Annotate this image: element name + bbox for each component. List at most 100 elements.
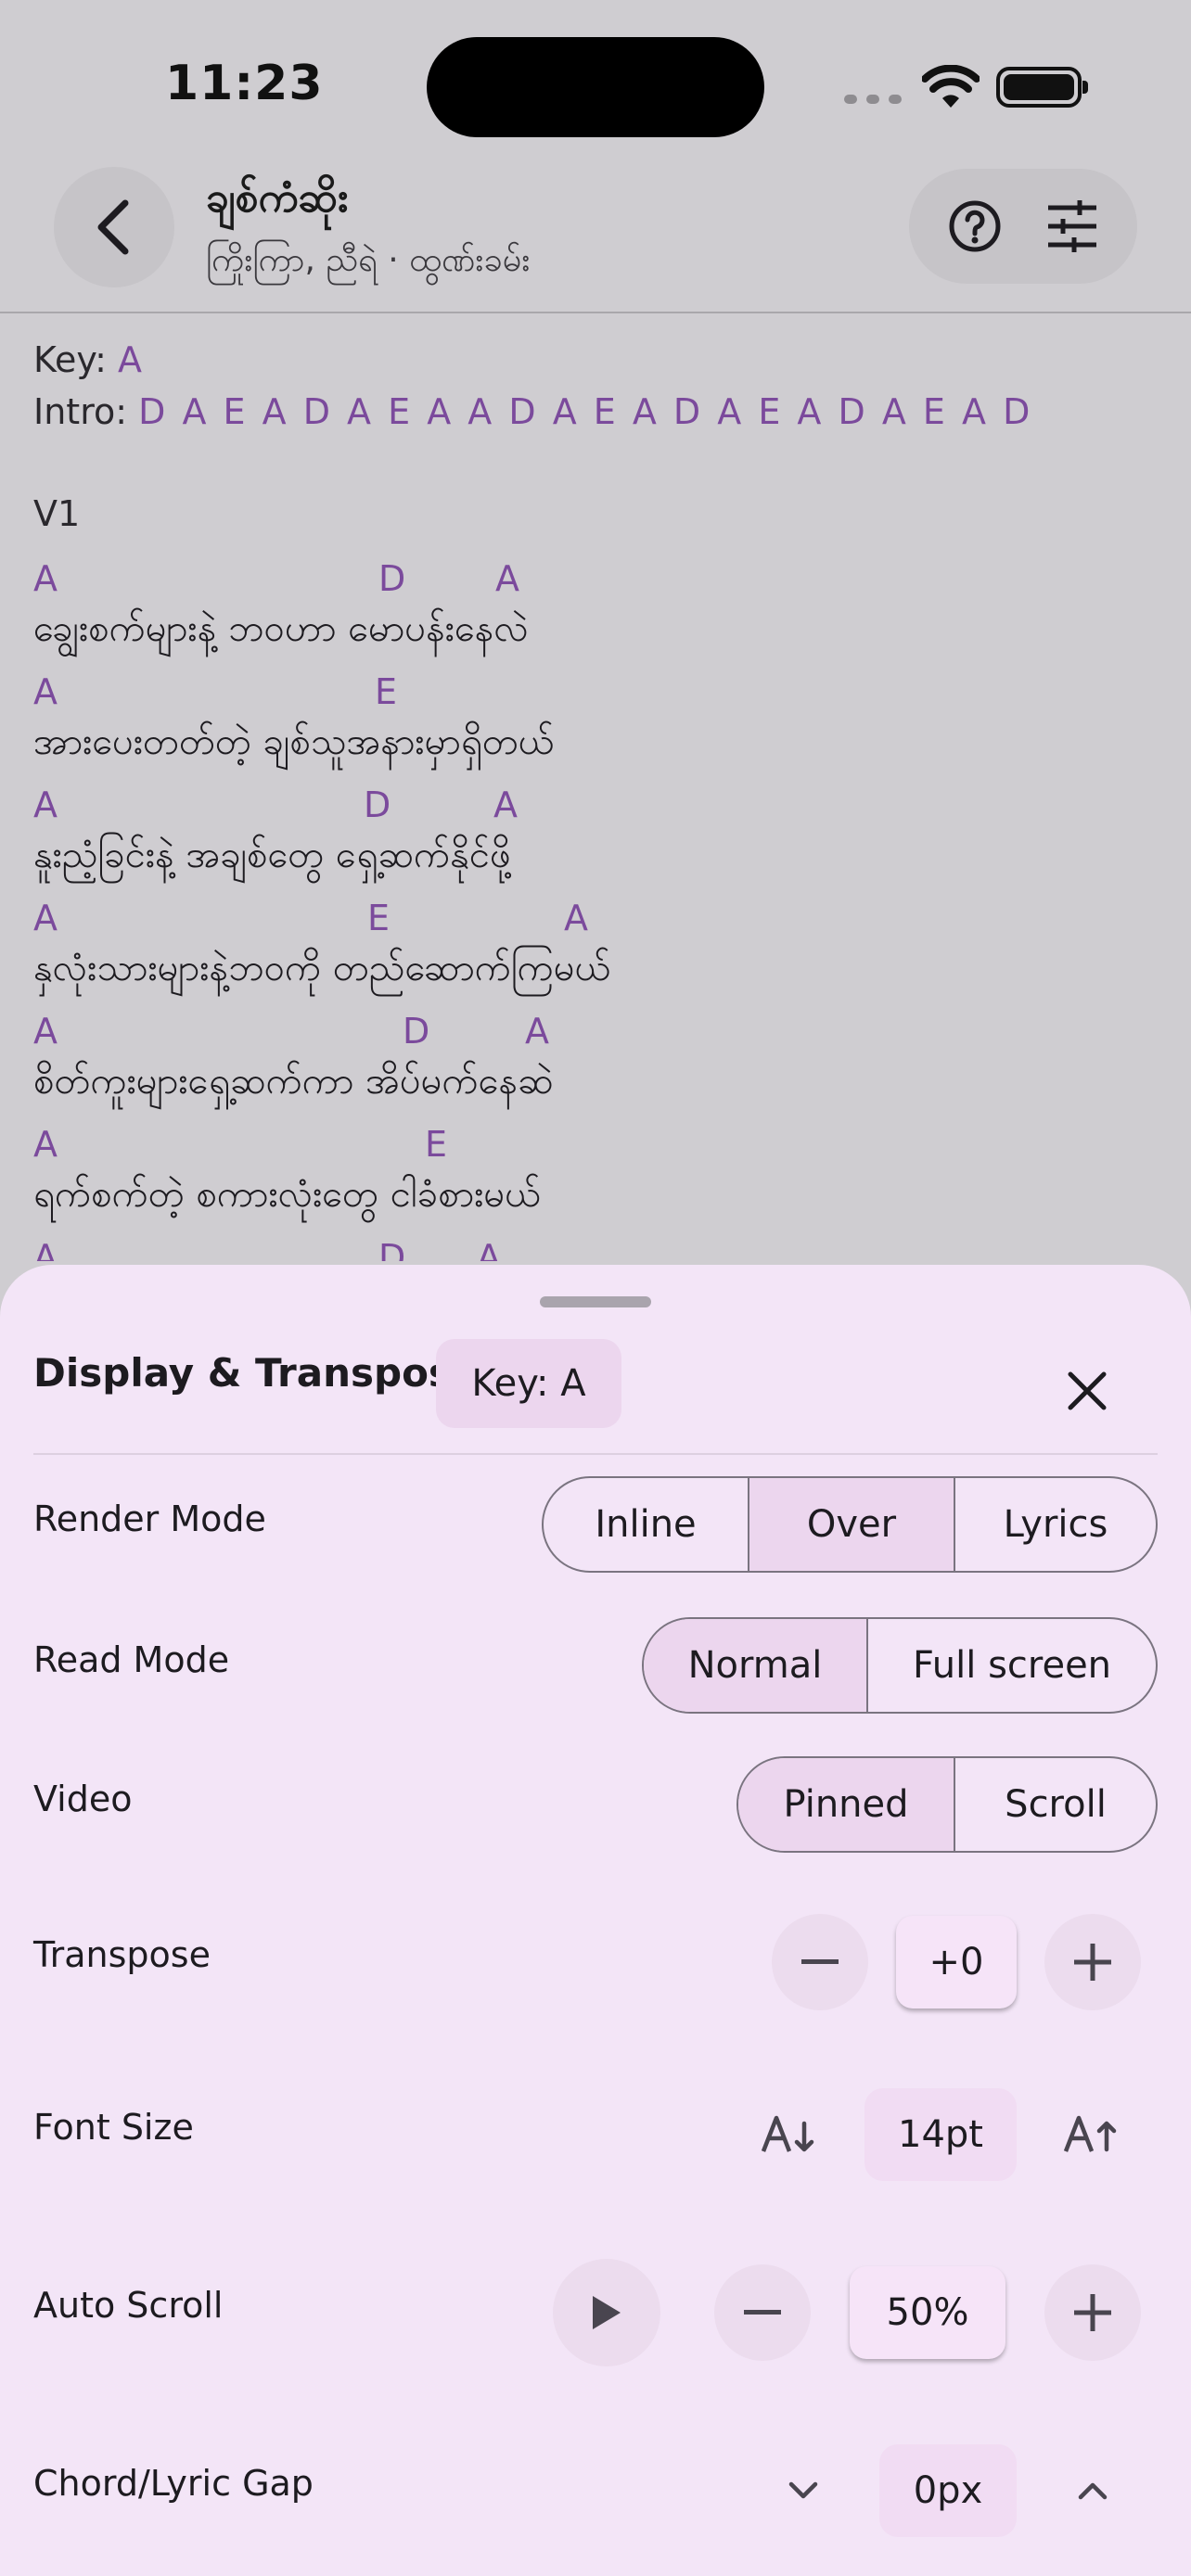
transpose-down-button[interactable] xyxy=(772,1914,868,2010)
minus-icon xyxy=(801,1959,839,1964)
key-label: Key: xyxy=(33,339,107,380)
chord: D xyxy=(378,558,406,599)
read-mode-full-screen[interactable]: Full screen xyxy=(866,1619,1156,1712)
transpose-label: Transpose xyxy=(33,1934,211,1975)
font-decrease-icon xyxy=(762,2115,814,2152)
chord-sheet[interactable]: Key: A Intro: D A E A D A E A A D A E A … xyxy=(0,315,1191,1261)
lyric-row: စိတ်ကူးများရှေ့ဆက်ကာ အိပ်မက်နေဆဲ xyxy=(33,1060,554,1103)
intro-chords: D A E A D A E A A D A E A D A E A D A E … xyxy=(138,391,1033,432)
chord-row: A D A xyxy=(33,784,1146,825)
back-arrow-icon xyxy=(97,199,129,255)
chord: A xyxy=(33,1011,58,1052)
chord-row: A E A xyxy=(33,898,1146,938)
chord: E xyxy=(375,671,398,712)
gap-label: Chord/Lyric Gap xyxy=(33,2463,314,2504)
minus-icon xyxy=(744,2310,781,2315)
plus-icon xyxy=(1074,2294,1111,2331)
app-header: ချစ်ကံဆိုး ကြိုးကြာ, ညီရဲ · ထွဏ်းခမ်း xyxy=(0,158,1191,313)
key-line: Key: A xyxy=(33,339,142,380)
chord: E xyxy=(425,1124,448,1165)
chord: D xyxy=(403,1011,430,1052)
battery-icon xyxy=(996,67,1088,108)
lyric-row: ချွေးစက်များနဲ့ ဘဝဟာ မောပန်းနေလဲ xyxy=(33,607,529,650)
chord-row: A D A xyxy=(33,1011,1146,1052)
status-bar: 11:23 xyxy=(0,0,1191,158)
tune-icon[interactable] xyxy=(1044,200,1100,252)
render-mode-inline[interactable]: Inline xyxy=(544,1478,748,1571)
back-button[interactable] xyxy=(54,167,174,287)
play-icon xyxy=(593,2296,621,2329)
video-label: Video xyxy=(33,1779,133,1819)
chord-row: A D A xyxy=(33,558,1146,599)
chevron-up-icon xyxy=(1078,2482,1108,2500)
auto-scroll-value: 50% xyxy=(850,2266,1005,2359)
read-mode-selector: Normal Full screen xyxy=(642,1617,1158,1714)
render-mode-label: Render Mode xyxy=(33,1498,266,1539)
lyric-row: အားပေးတတ်တဲ့ ချစ်သူအနားမှာရှိတယ် xyxy=(33,721,555,763)
chord: A xyxy=(33,1124,58,1165)
song-title: ချစ်ကံဆိုး xyxy=(206,174,349,222)
chord: A xyxy=(525,1011,549,1052)
read-mode-normal[interactable]: Normal xyxy=(644,1619,866,1712)
video-scroll[interactable]: Scroll xyxy=(954,1758,1156,1851)
video-pinned[interactable]: Pinned xyxy=(738,1758,954,1851)
font-increase-icon xyxy=(1064,2115,1117,2152)
intro-line: Intro: D A E A D A E A A D A E A D A E A… xyxy=(33,391,1032,432)
auto-scroll-slower-button[interactable] xyxy=(714,2264,811,2361)
chord: A xyxy=(33,1237,58,1261)
chord: A xyxy=(33,784,58,825)
key-value: A xyxy=(118,339,143,380)
video-selector: Pinned Scroll xyxy=(736,1756,1158,1853)
chord: A xyxy=(33,898,58,938)
wifi-icon xyxy=(922,65,980,108)
gap-increase-button[interactable] xyxy=(1044,2442,1141,2539)
chord-row: A E xyxy=(33,671,1146,712)
gap-value: 0px xyxy=(879,2444,1017,2537)
sheet-title: Display & Transpose xyxy=(33,1350,479,1396)
chord: A xyxy=(493,784,518,825)
font-size-value: 14pt xyxy=(864,2088,1017,2181)
font-size-label: Font Size xyxy=(33,2107,194,2148)
dynamic-island xyxy=(427,37,764,137)
close-icon xyxy=(1068,1371,1107,1410)
render-mode-over[interactable]: Over xyxy=(748,1478,954,1571)
chevron-down-icon xyxy=(788,2481,818,2499)
chord-row: A D A xyxy=(33,1237,1146,1261)
header-actions xyxy=(909,169,1137,284)
transpose-up-button[interactable] xyxy=(1044,1914,1141,2010)
auto-scroll-play-button[interactable] xyxy=(553,2259,660,2366)
chord-row: A E xyxy=(33,1124,1146,1165)
lyric-row: နူးညံ့ခြင်းနဲ့ အချစ်တွေ ရှေ့ဆက်နိုင်ဖို့ xyxy=(33,834,511,876)
chord: A xyxy=(564,898,588,938)
chord: A xyxy=(33,558,58,599)
chord: A xyxy=(477,1237,501,1261)
chord: A xyxy=(495,558,519,599)
close-button[interactable] xyxy=(1054,1358,1121,1424)
key-badge: Key: A xyxy=(436,1339,621,1428)
transpose-value: +0 xyxy=(896,1916,1017,2009)
auto-scroll-label: Auto Scroll xyxy=(33,2285,224,2326)
help-icon[interactable] xyxy=(947,198,1003,254)
chord: E xyxy=(367,898,391,938)
render-mode-selector: Inline Over Lyrics xyxy=(542,1476,1158,1573)
lyric-row: ရက်စက်တဲ့ စကားလုံးတွေ ငါခံစားမယ် xyxy=(33,1173,542,1216)
font-increase-button[interactable] xyxy=(1044,2086,1141,2183)
status-time: 11:23 xyxy=(165,56,324,111)
drag-handle[interactable] xyxy=(540,1296,651,1307)
divider xyxy=(33,1453,1158,1455)
font-decrease-button[interactable] xyxy=(742,2086,839,2183)
intro-label: Intro: xyxy=(33,391,128,432)
display-transpose-sheet: Display & Transpose Key: A Render Mode I… xyxy=(0,1265,1191,2576)
section-label: V1 xyxy=(33,493,81,534)
signal-icon xyxy=(844,95,902,104)
chord: D xyxy=(378,1237,406,1261)
read-mode-label: Read Mode xyxy=(33,1639,230,1680)
plus-icon xyxy=(1074,1944,1111,1981)
chord: A xyxy=(33,671,58,712)
render-mode-lyrics[interactable]: Lyrics xyxy=(954,1478,1156,1571)
chord: D xyxy=(364,784,391,825)
lyric-row: နှလုံးသားများနဲ့ဘဝကို တည်ဆောက်ကြမယ် xyxy=(33,947,611,989)
gap-decrease-button[interactable] xyxy=(755,2442,852,2539)
song-subtitle: ကြိုးကြာ, ညီရဲ · ထွဏ်းခမ်း xyxy=(206,241,531,279)
auto-scroll-faster-button[interactable] xyxy=(1044,2264,1141,2361)
